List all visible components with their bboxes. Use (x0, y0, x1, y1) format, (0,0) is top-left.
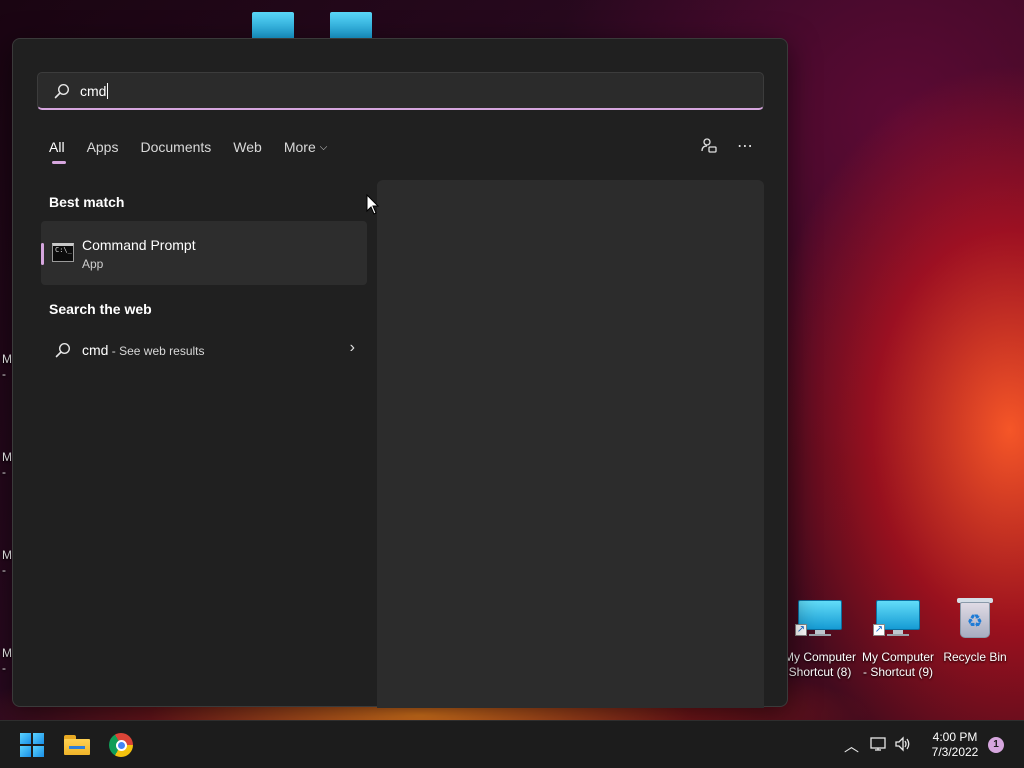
monitor-icon: ↗ (873, 600, 920, 636)
windows-logo-icon (20, 733, 44, 757)
file-explorer-button[interactable] (61, 729, 93, 761)
chevron-right-icon: › (349, 339, 355, 356)
chevron-down-icon: ⌵ (319, 142, 328, 154)
desktop-label-fragment: - (2, 465, 6, 479)
search-tabs: All Apps Documents Web More ⌵ (49, 137, 349, 164)
preview-pane (377, 180, 764, 708)
desktop-icon-partial[interactable] (330, 12, 372, 38)
web-result-suffix: - See web results (108, 344, 205, 358)
search-panel: cmd All Apps Documents Web More ⌵ ⋯ Best … (12, 38, 788, 708)
desktop-icon-recycle-bin[interactable]: ♻ Recycle Bin (935, 598, 1015, 665)
desktop-icon-label: My Computer - Shortcut (9) (861, 650, 935, 679)
search-icon (55, 342, 71, 358)
search-query: cmd (80, 82, 109, 99)
selection-indicator (41, 243, 44, 265)
clock[interactable]: 4:00 PM 7/3/2022 (915, 730, 995, 760)
chrome-button[interactable] (105, 729, 137, 761)
tab-more-label: More (283, 139, 316, 155)
search-input[interactable]: cmd (37, 72, 764, 110)
monitor-icon: ↗ (795, 600, 842, 636)
chevron-up-icon[interactable]: ︿ (844, 735, 859, 756)
tab-all[interactable]: All (49, 137, 66, 164)
tab-more[interactable]: More ⌵ (284, 137, 328, 157)
best-match-command-prompt[interactable]: C:\_ Command Prompt App (41, 221, 367, 285)
desktop-label-fragment: M (2, 548, 12, 562)
shortcut-arrow-icon: ↗ (795, 624, 807, 636)
start-button[interactable] (16, 729, 48, 761)
desktop-icon-label: Recycle Bin (943, 650, 1007, 664)
desktop-icon-my-computer-shortcut-8[interactable]: ↗ My Computer Shortcut (8) (780, 600, 860, 680)
desktop-label-fragment: - (2, 661, 6, 675)
clock-date: 7/3/2022 (931, 745, 979, 759)
folder-icon (64, 735, 90, 755)
desktop-label-fragment: - (2, 367, 6, 381)
tab-web[interactable]: Web (233, 137, 262, 157)
clock-time: 4:00 PM (932, 730, 978, 744)
ellipsis-icon: ⋯ (737, 138, 753, 155)
text-caret (107, 82, 109, 99)
web-result-query: cmd (82, 342, 109, 358)
tab-documents[interactable]: Documents (140, 137, 211, 157)
web-result-item[interactable]: cmd - See web results › (41, 329, 367, 369)
desktop-label-fragment: M (2, 352, 12, 366)
more-options-button[interactable]: ⋯ (732, 133, 758, 159)
volume-icon[interactable] (894, 736, 912, 752)
desktop-label-fragment: M (2, 450, 12, 464)
mouse-cursor-icon (366, 194, 380, 215)
taskbar: ︿ 4:00 PM 7/3/2022 1 (0, 720, 1024, 768)
search-account-button[interactable] (696, 133, 722, 159)
tab-apps[interactable]: Apps (87, 137, 119, 157)
recycle-bin-icon: ♻ (957, 598, 993, 638)
command-prompt-icon: C:\_ (52, 243, 74, 262)
desktop-icon-my-computer-shortcut-9[interactable]: ↗ My Computer - Shortcut (9) (858, 600, 938, 680)
search-icon (54, 83, 70, 98)
notification-badge[interactable]: 1 (988, 737, 1004, 753)
desktop-label-fragment: - (2, 563, 6, 577)
shortcut-arrow-icon: ↗ (873, 624, 885, 636)
desktop-icon-label: My Computer Shortcut (8) (783, 650, 857, 679)
search-web-heading: Search the web (49, 301, 152, 317)
best-match-heading: Best match (49, 194, 125, 210)
account-switch-icon (701, 138, 717, 153)
web-result-text: cmd - See web results (82, 342, 205, 358)
network-icon[interactable] (870, 736, 888, 752)
desktop-label-fragment: M (2, 646, 12, 660)
chrome-icon (109, 733, 133, 757)
desktop-icon-partial[interactable] (252, 12, 294, 38)
best-match-title: Command Prompt (82, 237, 196, 253)
best-match-subtitle: App (82, 257, 104, 271)
